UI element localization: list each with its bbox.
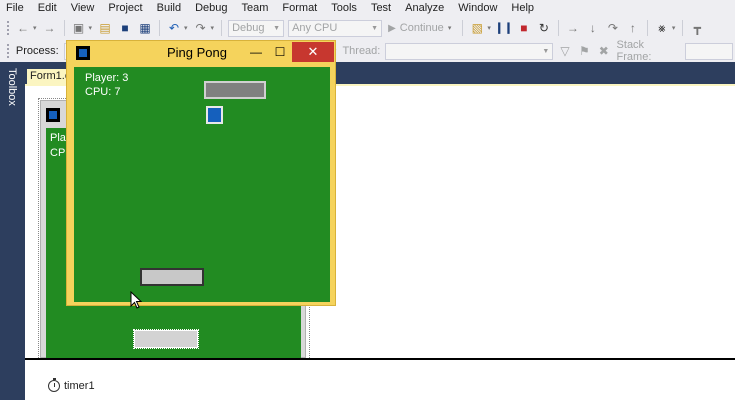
save-all-icon[interactable]: ▦ xyxy=(137,20,153,36)
show-next-statement-icon[interactable]: → xyxy=(565,20,581,36)
menu-tools[interactable]: Tools xyxy=(324,1,364,15)
ball xyxy=(206,106,223,124)
maximize-button[interactable]: ☐ xyxy=(269,42,291,62)
toolbar-separator xyxy=(221,20,223,36)
continue-button[interactable]: ▶ Continue ▾ xyxy=(388,22,454,34)
redo-dropdown-icon[interactable]: ▾ xyxy=(211,24,215,32)
chevron-down-icon: ▾ xyxy=(447,25,452,32)
toolbar-separator xyxy=(682,20,684,36)
timer-component-label: timer1 xyxy=(64,380,95,392)
menu-debug[interactable]: Debug xyxy=(188,1,234,15)
stack-frame-select[interactable] xyxy=(684,42,734,60)
break-all-icon[interactable]: ❙❙ xyxy=(495,20,513,36)
menu-build[interactable]: Build xyxy=(150,1,188,15)
chevron-down-icon: ▼ xyxy=(273,24,281,32)
find-dropdown-icon[interactable]: ▾ xyxy=(487,24,491,32)
navigate-back-icon[interactable]: ← xyxy=(15,20,31,36)
solution-configuration-value: Debug xyxy=(232,22,265,34)
design-player-paddle[interactable] xyxy=(133,329,199,349)
step-into-icon[interactable]: ↓ xyxy=(585,20,601,36)
menu-edit[interactable]: Edit xyxy=(31,1,64,15)
step-over-icon[interactable]: ↷ xyxy=(605,20,621,36)
restart-icon[interactable]: ↻ xyxy=(536,20,552,36)
toolbar-separator xyxy=(646,20,648,36)
find-in-files-icon[interactable]: ▧ xyxy=(469,20,485,36)
hide-threads-icon[interactable]: ✖ xyxy=(596,43,611,59)
menu-view[interactable]: View xyxy=(64,1,102,15)
app-icon[interactable] xyxy=(76,46,90,60)
new-project-icon[interactable]: ▣ xyxy=(71,20,87,36)
toolbar-grip[interactable] xyxy=(6,43,10,59)
thread-label: Thread: xyxy=(342,45,381,57)
align-icon[interactable]: ┳ xyxy=(689,20,705,36)
menu-analyze[interactable]: Analyze xyxy=(398,1,451,15)
chevron-down-icon: ▼ xyxy=(542,47,550,55)
menu-window[interactable]: Window xyxy=(451,1,504,15)
cpu-score-label: CPU: 7 xyxy=(85,86,121,98)
solution-platform-value: Any CPU xyxy=(292,22,338,34)
menu-bar: File Edit View Project Build Debug Team Format T… xyxy=(0,0,735,15)
solution-platform-select[interactable]: Any CPU ▼ xyxy=(288,19,383,37)
redo-icon[interactable]: ↷ xyxy=(193,20,209,36)
toolbar-grip[interactable] xyxy=(6,20,10,36)
play-icon: ▶ xyxy=(388,22,396,34)
format-icon[interactable]: ⨳ xyxy=(654,20,670,36)
toolbox-strip xyxy=(0,62,25,400)
window-title-bar[interactable]: Ping Pong — ☐ ✕ xyxy=(67,41,335,65)
game-area[interactable]: Player: 3 CPU: 7 xyxy=(74,67,330,302)
player-score-label: Player: 3 xyxy=(85,72,129,84)
ping-pong-window[interactable]: Ping Pong — ☐ ✕ Player: 3 CPU: 7 xyxy=(66,40,336,306)
stop-debugging-icon[interactable]: ■ xyxy=(516,20,532,36)
menu-format[interactable]: Format xyxy=(275,1,324,15)
minimize-button[interactable]: — xyxy=(245,42,267,62)
undo-dropdown-icon[interactable]: ▾ xyxy=(184,24,188,32)
cpu-paddle xyxy=(204,81,266,99)
filter-threads-icon[interactable]: ▽ xyxy=(557,43,572,59)
timer-icon xyxy=(48,378,60,392)
solution-configuration-select[interactable]: Debug ▼ xyxy=(228,19,285,37)
open-file-icon[interactable]: ▤ xyxy=(97,20,113,36)
close-button[interactable]: ✕ xyxy=(292,42,334,62)
mouse-cursor-icon xyxy=(130,291,142,309)
undo-icon[interactable]: ↶ xyxy=(166,20,182,36)
toolbar-separator xyxy=(63,20,65,36)
format-dropdown-icon[interactable]: ▾ xyxy=(672,24,676,32)
standard-toolbar: ← ▾ → ▣ ▾ ▤ ■ ▦ ↶ ▾ ↷ ▾ Debug ▼ Any CPU … xyxy=(0,16,735,40)
menu-file[interactable]: File xyxy=(0,1,31,15)
menu-team[interactable]: Team xyxy=(235,1,276,15)
continue-label: Continue xyxy=(399,22,444,34)
step-out-icon[interactable]: ↑ xyxy=(625,20,641,36)
toolbox-tab[interactable]: Toolbox xyxy=(6,68,18,106)
menu-test[interactable]: Test xyxy=(364,1,398,15)
toolbar-separator xyxy=(159,20,161,36)
flag-threads-icon[interactable]: ⚑ xyxy=(577,43,592,59)
player-paddle[interactable] xyxy=(140,268,204,286)
timer-component[interactable]: timer1 xyxy=(48,378,95,392)
toolbar-separator xyxy=(557,20,559,36)
navigate-forward-icon[interactable]: → xyxy=(42,20,58,36)
navigate-back-dropdown-icon[interactable]: ▾ xyxy=(33,24,37,32)
new-project-dropdown-icon[interactable]: ▾ xyxy=(89,24,93,32)
menu-project[interactable]: Project xyxy=(101,1,149,15)
save-icon[interactable]: ■ xyxy=(117,20,133,36)
stack-frame-label: Stack Frame: xyxy=(616,39,652,63)
toolbar-separator xyxy=(462,20,464,36)
process-label: Process: xyxy=(15,45,59,57)
menu-help[interactable]: Help xyxy=(504,1,541,15)
thread-select[interactable]: ▼ xyxy=(385,42,554,60)
chevron-down-icon: ▼ xyxy=(371,24,379,32)
component-tray xyxy=(25,360,735,400)
form-icon xyxy=(46,108,60,122)
window-title: Ping Pong xyxy=(167,45,227,60)
